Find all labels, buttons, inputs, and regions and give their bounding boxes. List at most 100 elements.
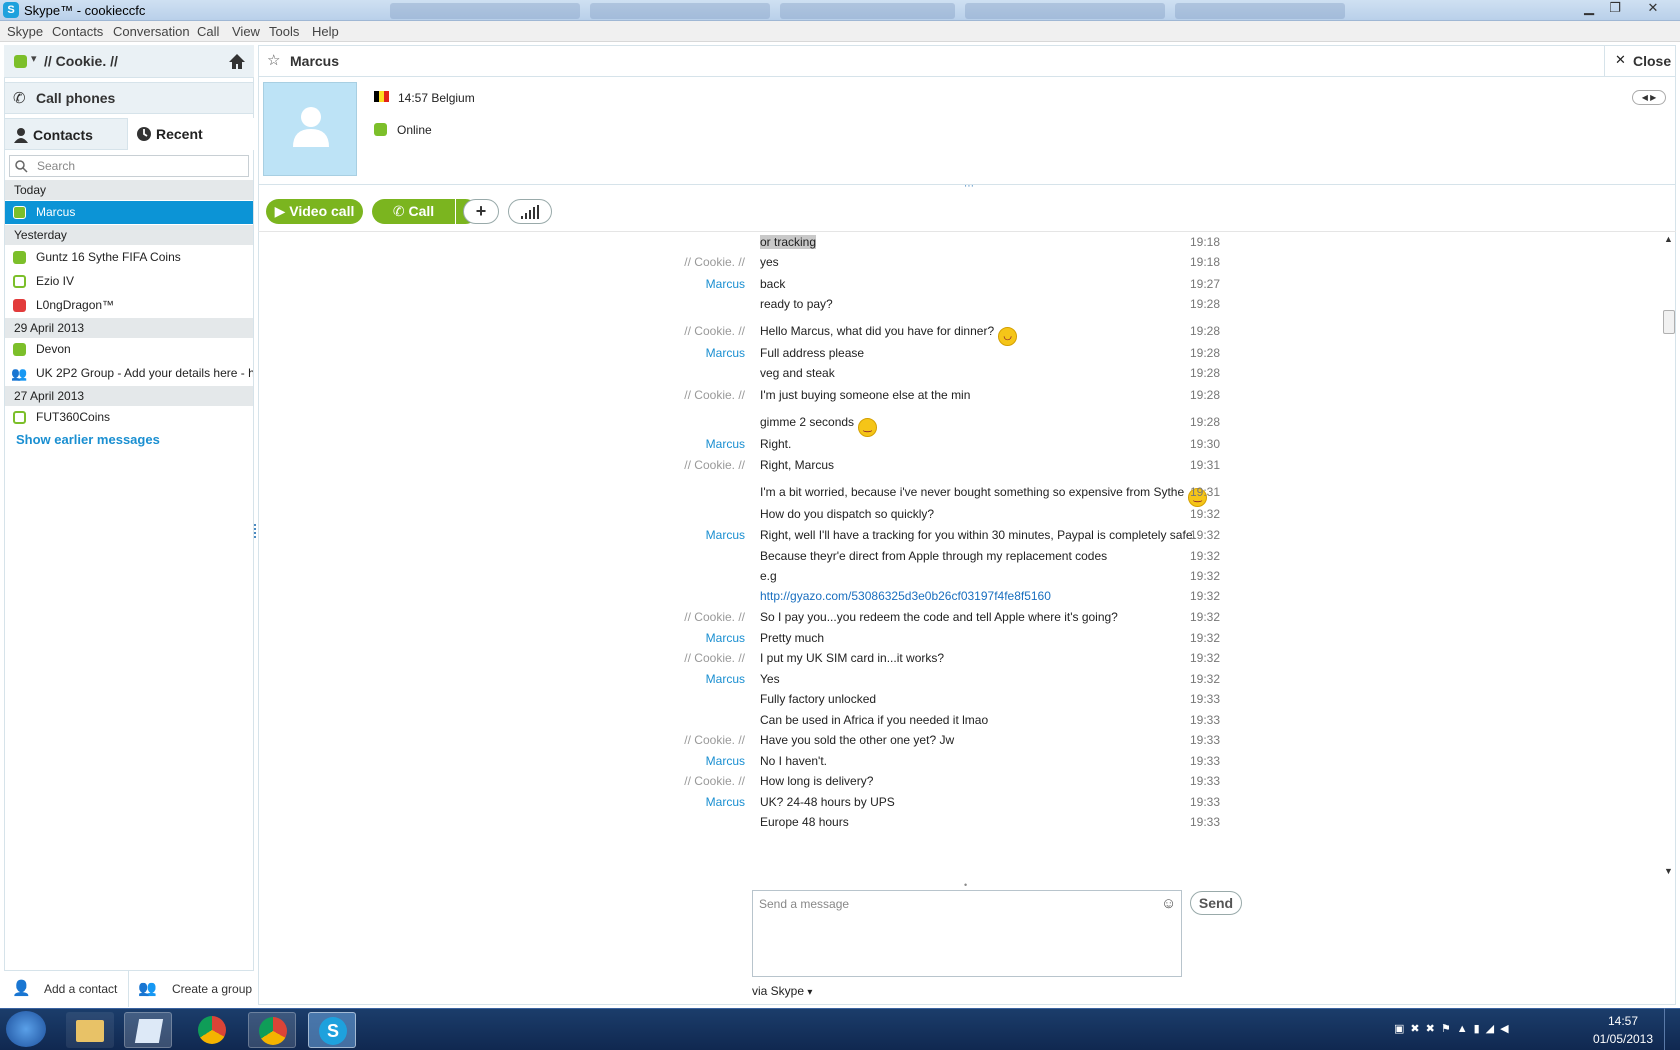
menu-tools[interactable]: Tools [269, 24, 299, 39]
background-window-tab [590, 3, 770, 19]
message-time: 19:30 [1190, 437, 1221, 451]
search-icon [15, 160, 28, 173]
message-sender[interactable]: Marcus [565, 274, 745, 294]
message-input[interactable]: Send a message ☺ [752, 890, 1182, 977]
chat-message: Marcus Pretty much 19:32 [258, 628, 1658, 648]
system-tray-icons[interactable]: ▣✖✖⚑▲▮◢◀ [1394, 1022, 1574, 1038]
tab-recent[interactable]: Recent [128, 118, 254, 150]
menu-view[interactable]: View [232, 24, 260, 39]
message-sender[interactable]: Marcus [565, 751, 745, 771]
message-sender[interactable]: // Cookie. // [565, 385, 745, 405]
taskbar-chrome-button-2[interactable] [248, 1012, 296, 1048]
message-text: I'm just buying someone else at the min [760, 385, 970, 405]
message-time: 19:33 [1190, 713, 1221, 727]
message-sender[interactable]: Marcus [565, 792, 745, 812]
star-icon[interactable]: ☆ [267, 51, 280, 69]
group-header: Today [5, 180, 253, 200]
call-button[interactable]: ✆ Call [372, 199, 455, 224]
contact-row[interactable]: Guntz 16 Sythe FIFA Coins [5, 246, 253, 269]
menu-contacts[interactable]: Contacts [52, 24, 103, 39]
contact-name: UK 2P2 Group - Add your details here - h… [36, 366, 253, 380]
chat-message: // Cookie. // How long is delivery? 19:33 [258, 771, 1658, 791]
self-profile-bar[interactable]: ▾ // Cookie. // [4, 45, 254, 78]
search-input[interactable]: Search [9, 155, 249, 177]
scroll-down-arrow-icon[interactable]: ▼ [1664, 866, 1673, 876]
message-text: e.g [760, 566, 777, 586]
close-label: Close [1633, 53, 1672, 69]
chevron-down-icon[interactable]: ▾ [31, 52, 37, 65]
message-text-content: Right, Marcus [760, 458, 835, 472]
tab-contacts[interactable]: Contacts [4, 118, 128, 150]
menu-call[interactable]: Call [197, 24, 219, 39]
clock-time[interactable]: 14:57 [1588, 1014, 1658, 1028]
show-earlier-messages-link[interactable]: Show earlier messages [16, 432, 160, 447]
message-sender[interactable]: // Cookie. // [565, 252, 745, 272]
scroll-up-arrow-icon[interactable]: ▲ [1664, 234, 1673, 244]
message-sender[interactable]: Marcus [565, 669, 745, 689]
create-group-button[interactable]: 👥 Create a group [130, 971, 254, 1007]
send-button[interactable]: Send [1190, 891, 1242, 915]
message-sender[interactable]: // Cookie. // [565, 771, 745, 791]
message-time: 19:28 [1190, 388, 1221, 402]
show-desktop-button[interactable] [1664, 1008, 1680, 1050]
message-sender[interactable]: Marcus [565, 434, 745, 454]
message-sender[interactable]: // Cookie. // [565, 730, 745, 750]
contact-row[interactable]: 👥 UK 2P2 Group - Add your details here -… [5, 362, 253, 385]
add-participant-plus-icon[interactable]: + [463, 199, 499, 224]
signal-bars-icon [521, 205, 539, 219]
message-time: 19:31 [1190, 485, 1221, 499]
message-link[interactable]: http://gyazo.com/53086325d3e0b26cf03197f… [760, 586, 1051, 606]
message-sender[interactable]: // Cookie. // [565, 321, 745, 341]
resize-handle[interactable]: ⋯ [964, 181, 974, 192]
menu-conversation[interactable]: Conversation [113, 24, 190, 39]
window-close-icon[interactable]: ✕ [1640, 0, 1666, 18]
add-contact-button[interactable]: 👤 Add a contact [4, 971, 129, 1007]
call-phones-button[interactable]: ✆ Call phones [4, 82, 254, 114]
restore-icon[interactable]: ❐ [1602, 0, 1628, 18]
via-skype-selector[interactable]: via Skype ▾ [752, 984, 812, 998]
composer-resize-handle[interactable]: • [964, 880, 967, 890]
home-icon[interactable] [228, 53, 246, 70]
minimize-icon[interactable]: ▁ [1576, 0, 1602, 18]
taskbar-chrome-button[interactable] [188, 1012, 236, 1048]
chrome-icon [259, 1017, 287, 1045]
message-text-content: gimme 2 seconds [760, 415, 855, 429]
scroll-thumb[interactable] [1663, 310, 1675, 334]
menu-skype[interactable]: Skype [7, 24, 43, 39]
message-sender[interactable]: // Cookie. // [565, 455, 745, 475]
message-sender[interactable]: // Cookie. // [565, 648, 745, 668]
emoticon-picker-icon[interactable]: ☺ [1161, 895, 1176, 912]
close-conversation-button[interactable]: ✕ Close [1604, 45, 1676, 76]
profile-nav-arrows[interactable]: ◀ ▶ [1632, 90, 1666, 105]
message-text-content: back [760, 277, 786, 291]
add-person-icon: 👤 [12, 980, 31, 997]
taskbar-app-button[interactable] [124, 1012, 172, 1048]
start-button-windows-icon[interactable] [6, 1011, 46, 1047]
online-status-icon [14, 55, 27, 68]
video-call-button[interactable]: ▶ Video call [266, 199, 363, 224]
sidebar-tabs: Contacts Recent [4, 118, 254, 150]
self-name: // Cookie. // [44, 53, 118, 69]
splitter-handle[interactable] [254, 524, 257, 538]
taskbar-skype-button[interactable]: S [308, 1012, 356, 1048]
contact-row[interactable]: Devon [5, 338, 253, 361]
taskbar-explorer-button[interactable] [66, 1012, 114, 1048]
chat-message: // Cookie. // I put my UK SIM card in...i… [258, 648, 1658, 668]
message-sender[interactable]: Marcus [565, 628, 745, 648]
clock-date[interactable]: 01/05/2013 [1588, 1032, 1658, 1046]
message-sender[interactable]: // Cookie. // [565, 607, 745, 627]
contact-row[interactable]: FUT360Coins [5, 406, 253, 429]
chat-message: Can be used in Africa if you needed it l… [258, 710, 1658, 730]
contact-row-marcus[interactable]: Marcus [5, 201, 253, 224]
menu-help[interactable]: Help [312, 24, 339, 39]
message-sender[interactable]: Marcus [565, 525, 745, 545]
chat-message: Marcus Full address please 19:28 [258, 343, 1658, 363]
message-text: ready to pay? [760, 294, 833, 314]
call-quality-button[interactable] [508, 199, 552, 224]
contact-row[interactable]: Ezio IV [5, 270, 253, 293]
chat-scrollbar[interactable]: ▲ ▼ [1662, 234, 1676, 879]
message-sender[interactable]: Marcus [565, 343, 745, 363]
window-title: Skype™ - cookieccfc [24, 3, 146, 18]
tab-contacts-label: Contacts [33, 127, 93, 143]
contact-row[interactable]: L0ngDragon™ [5, 294, 253, 317]
